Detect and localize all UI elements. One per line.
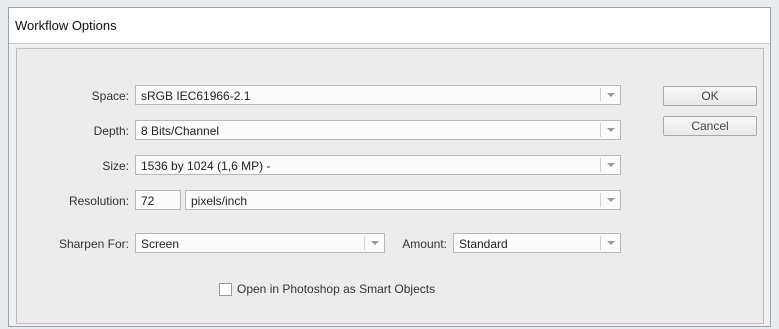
resolution-value: 72: [141, 194, 155, 208]
resolution-input[interactable]: 72: [135, 190, 181, 210]
chevron-down-icon: [600, 193, 620, 207]
size-label: Size:: [102, 159, 129, 173]
smart-objects-label[interactable]: Open in Photoshop as Smart Objects: [237, 282, 435, 296]
sharpen-for-value: Screen: [141, 237, 180, 251]
space-value: sRGB IEC61966-2.1: [141, 89, 251, 103]
depth-select[interactable]: 8 Bits/Channel: [135, 120, 621, 140]
space-label: Space:: [91, 89, 129, 103]
cancel-button[interactable]: Cancel: [663, 116, 757, 136]
resolution-label: Resolution:: [68, 194, 129, 208]
size-select[interactable]: 1536 by 1024 (1,6 MP) -: [135, 155, 621, 175]
depth-label: Depth:: [93, 124, 129, 138]
sharpen-for-label: Sharpen For:: [58, 237, 129, 251]
amount-select[interactable]: Standard: [453, 233, 621, 253]
amount-value: Standard: [459, 237, 508, 251]
amount-label: Amount:: [402, 237, 447, 251]
depth-value: 8 Bits/Channel: [141, 124, 220, 138]
smart-objects-checkbox[interactable]: [219, 283, 232, 296]
chevron-down-icon: [600, 236, 620, 250]
ok-button[interactable]: OK: [663, 86, 757, 106]
resolution-unit-select[interactable]: pixels/inch: [185, 190, 621, 210]
resolution-unit-value: pixels/inch: [191, 194, 248, 208]
space-select[interactable]: sRGB IEC61966-2.1: [135, 85, 621, 105]
size-value: 1536 by 1024 (1,6 MP) -: [141, 159, 271, 173]
chevron-down-icon: [600, 123, 620, 137]
chevron-down-icon: [600, 158, 620, 172]
dialog-content: Space: sRGB IEC61966-2.1 Depth: 8 Bits/C…: [16, 48, 764, 324]
chevron-down-icon: [600, 88, 620, 102]
title-bar: Workflow Options: [9, 8, 770, 44]
workflow-options-dialog: Workflow Options Space: sRGB IEC61966-2.…: [8, 7, 771, 327]
window-title: Workflow Options: [15, 18, 117, 33]
